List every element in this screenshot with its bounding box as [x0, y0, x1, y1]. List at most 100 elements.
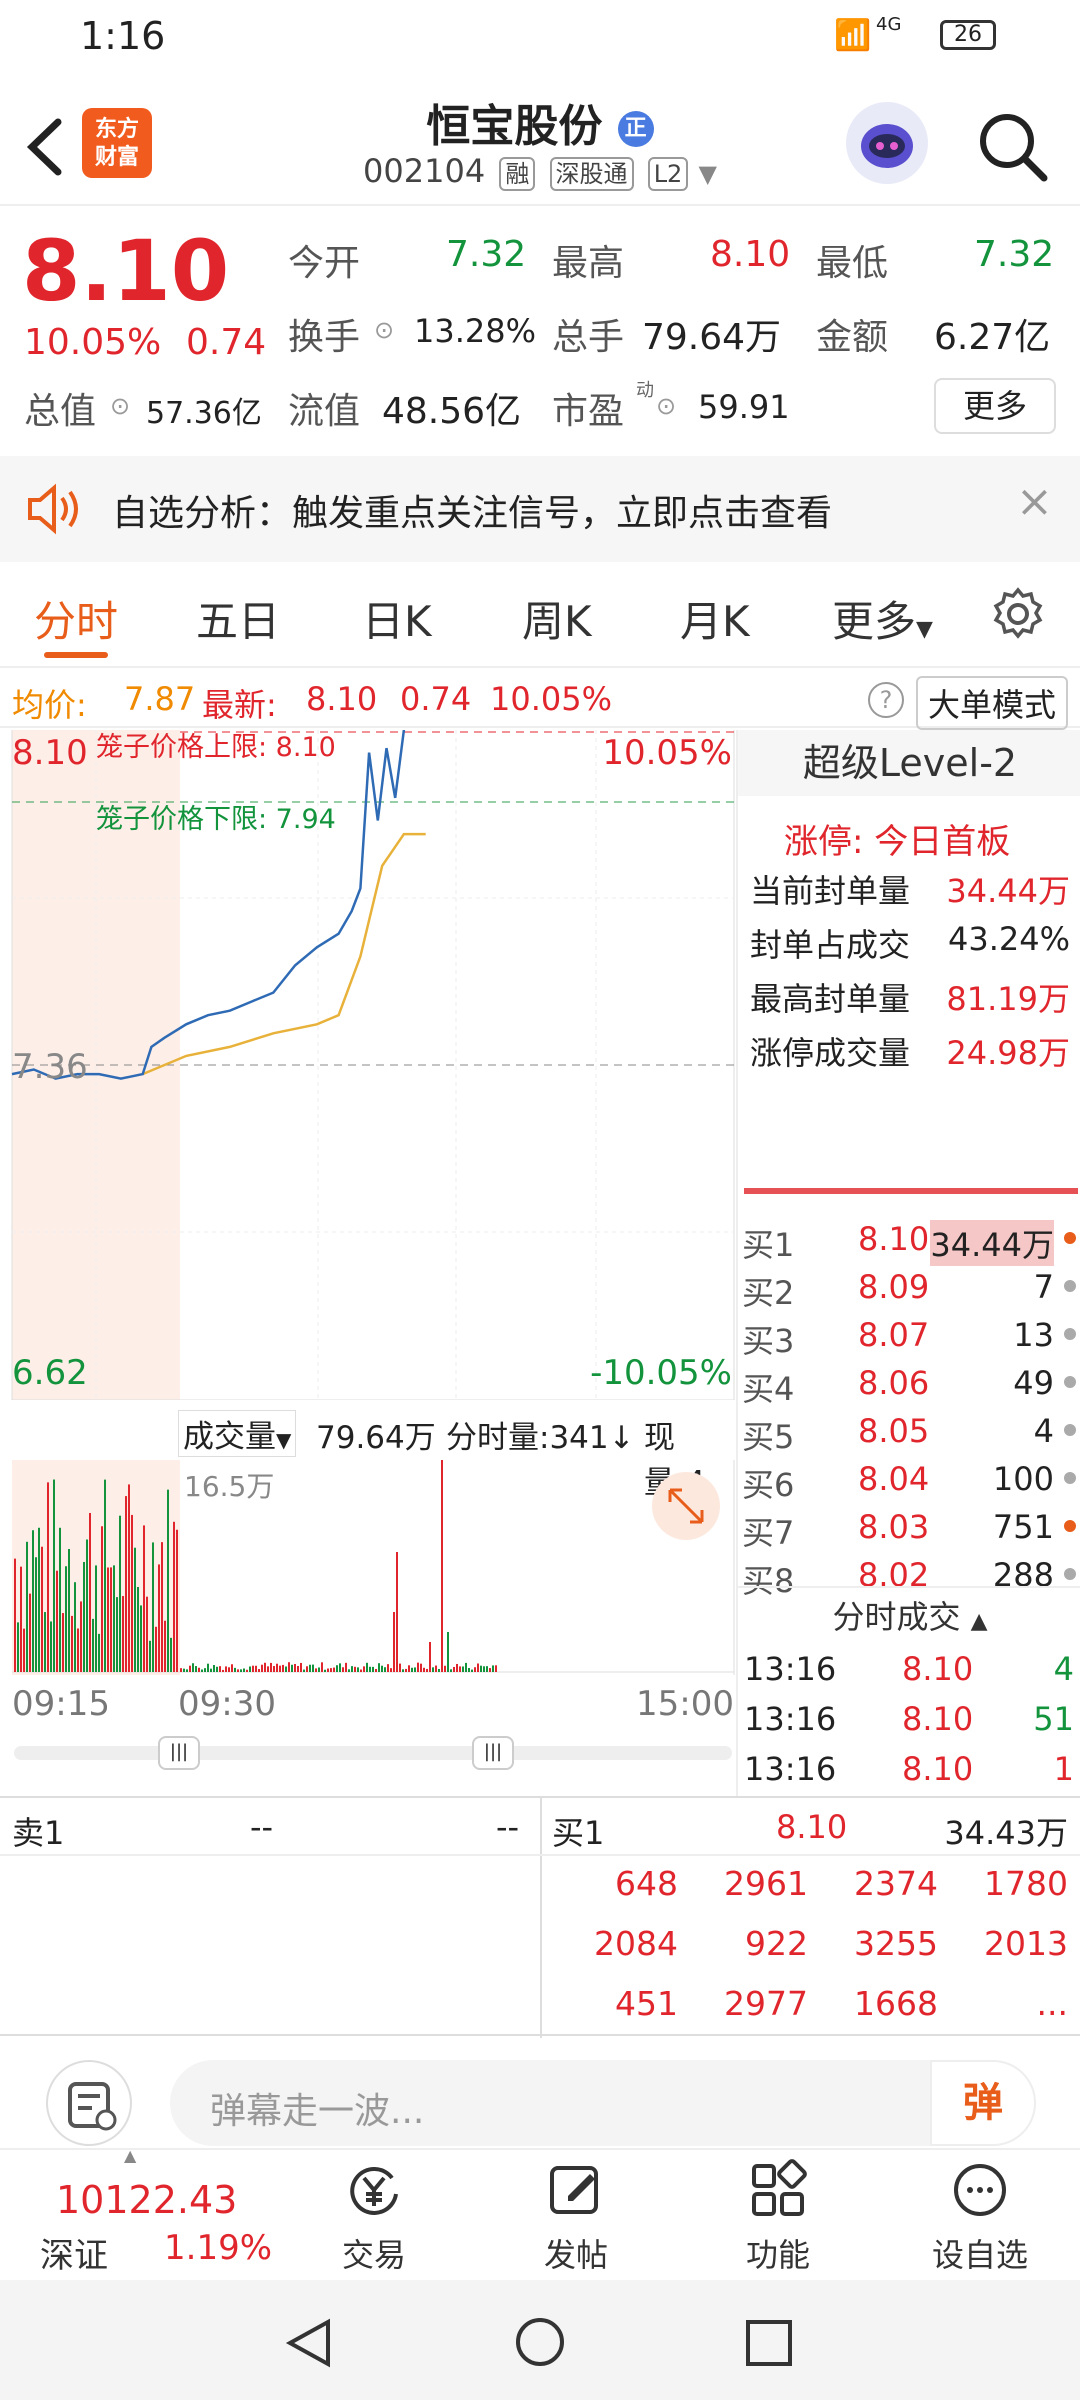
nav-post-label: 发帖 [543, 2236, 608, 2274]
high-value: 8.10 [710, 234, 791, 275]
nav-trade[interactable]: 交易 [314, 2158, 434, 2276]
volume-bar [119, 1515, 121, 1672]
nav-features[interactable]: 功能 [718, 2158, 838, 2276]
home-circle-icon[interactable] [512, 2314, 568, 2370]
volume-select[interactable]: 成交量▼ [178, 1410, 297, 1457]
danmu-send-button[interactable]: 弹 [930, 2060, 1036, 2146]
bid-row[interactable]: 买7 8.03 751 [738, 1504, 1080, 1552]
recents-square-icon[interactable] [742, 2316, 796, 2370]
big-order-mode-button[interactable]: 大单模式 [916, 676, 1069, 730]
volume-bar [35, 1557, 37, 1672]
lower-limit-label: 笼子价格下限: 7.94 [96, 804, 336, 835]
volume-bar [372, 1666, 374, 1672]
danmu-settings-button[interactable] [46, 2060, 132, 2146]
volume-bar [348, 1669, 350, 1672]
slider-handle-left[interactable]: ||| [158, 1736, 200, 1770]
active-tab-indicator [44, 652, 108, 658]
bid-dot-icon [1064, 1520, 1076, 1532]
volume-bar [444, 1665, 446, 1672]
volume-bar [189, 1665, 191, 1672]
back-triangle-icon[interactable] [282, 2316, 336, 2370]
intraday-price-chart[interactable]: 8.10 笼子价格上限: 8.10 笼子价格下限: 7.94 10.05% 7.… [0, 730, 736, 1400]
tab-daily[interactable]: 日K [362, 588, 432, 649]
bid-price: 8.07 [858, 1316, 930, 1354]
time-range-slider[interactable] [14, 1746, 732, 1760]
info-circle-icon[interactable]: ⊙ [110, 392, 130, 420]
trade-price: 8.10 [902, 1650, 974, 1688]
bid-label: 买6 [742, 1466, 795, 1504]
queue-order: 451 [615, 1984, 678, 2023]
help-icon[interactable]: ? [868, 682, 904, 718]
banner-text: 自选分析：触发重点关注信号，立即点击查看 [112, 493, 833, 534]
volume-bar [465, 1662, 467, 1672]
bottom-nav: ▲ 10122.43 深证 1.19% 交易 发帖 功能 设自选 [0, 2146, 1080, 2280]
info-circle-icon[interactable]: ⊙ [656, 392, 676, 420]
volume-bar [23, 1628, 25, 1672]
queue-order: 2013 [984, 1924, 1068, 1963]
y-bottom-pct: -10.05% [590, 1353, 732, 1393]
tab-weekly[interactable]: 周K [522, 588, 592, 649]
volume-bar [438, 1669, 440, 1672]
robot-assistant-icon[interactable] [846, 102, 928, 184]
float-value: 48.56亿 [382, 391, 522, 432]
volume-bar [408, 1665, 410, 1672]
chart-infobar: 均价: 7.87 最新: 8.10 0.74 10.05% ? 大单模式 [0, 670, 1080, 730]
bid-volume: 4 [1033, 1412, 1054, 1450]
volume-bar [297, 1665, 299, 1672]
volume-bar [291, 1664, 293, 1672]
volume-bar [303, 1669, 305, 1672]
bid-row[interactable]: 买5 8.05 4 [738, 1408, 1080, 1456]
volume-bar [321, 1662, 323, 1672]
trades-header[interactable]: 分时成交 ▲ [738, 1592, 1080, 1638]
index-widget[interactable]: ▲ 10122.43 深证 1.19% [0, 2146, 300, 2280]
search-icon[interactable] [972, 106, 1052, 186]
bid-dot-icon [1064, 1232, 1076, 1244]
volume-bar [201, 1669, 203, 1672]
tab-monthly[interactable]: 月K [680, 588, 750, 649]
bid-row[interactable]: 买2 8.09 7 [738, 1264, 1080, 1312]
volume-bar [180, 1668, 182, 1672]
bid-row[interactable]: 买1 8.10 34.44万 [738, 1216, 1080, 1266]
volume-bar [83, 1561, 85, 1672]
volume-bar [360, 1669, 362, 1672]
volume-bar [294, 1663, 296, 1672]
dropdown-triangle-icon[interactable]: ▼ [699, 160, 717, 188]
slider-handle-right[interactable]: ||| [472, 1736, 514, 1770]
volume-bar [152, 1542, 154, 1672]
info-circle-icon[interactable]: ⊙ [374, 316, 394, 344]
more-button[interactable]: 更多 [934, 378, 1056, 434]
volume-bar [14, 1558, 16, 1672]
volume-bar [140, 1605, 142, 1672]
bid-dot-icon [1064, 1568, 1076, 1580]
analysis-banner[interactable]: 自选分析：触发重点关注信号，立即点击查看 × [0, 456, 1080, 562]
l2-value: 81.19万 [946, 980, 1070, 1018]
volume-bar [402, 1669, 404, 1672]
volume-bar [414, 1667, 416, 1672]
close-icon[interactable]: × [1016, 476, 1053, 527]
nav-post[interactable]: 发帖 [516, 2158, 636, 2276]
volume-bar [80, 1601, 82, 1672]
stock-code: 002104 [363, 152, 486, 190]
l2-label: 当前封单量 [750, 872, 911, 910]
bid-row[interactable]: 买6 8.04 100 [738, 1456, 1080, 1504]
volume-chart[interactable]: 16.5万 [0, 1460, 736, 1675]
bid-row[interactable]: 买4 8.06 49 [738, 1360, 1080, 1408]
nav-add-watchlist[interactable]: 设自选 [920, 2158, 1040, 2276]
settings-gear-icon[interactable] [990, 586, 1046, 642]
nav-add-watchlist-label: 设自选 [931, 2236, 1028, 2274]
level2-title[interactable]: 超级Level-2 [738, 730, 1080, 796]
volume-bar [137, 1586, 139, 1672]
trade-volume: 4 [1053, 1650, 1074, 1688]
volume-bar [495, 1665, 497, 1672]
bid-volume: 751 [992, 1508, 1054, 1546]
trade-row: 13:16 8.10 51 [738, 1696, 1080, 1744]
tab-more[interactable]: 更多▼ [832, 588, 933, 649]
bid-price: 8.04 [858, 1460, 930, 1498]
tab-5day[interactable]: 五日 [196, 588, 280, 649]
bid-label: 买4 [742, 1370, 795, 1408]
volume-bar [26, 1541, 28, 1672]
bid-row[interactable]: 买3 8.07 13 [738, 1312, 1080, 1360]
volume-bar [192, 1663, 194, 1672]
danmu-input[interactable]: 弹幕走一波... 弹 [170, 2060, 1036, 2146]
tab-fenshi[interactable]: 分时 [34, 588, 118, 649]
